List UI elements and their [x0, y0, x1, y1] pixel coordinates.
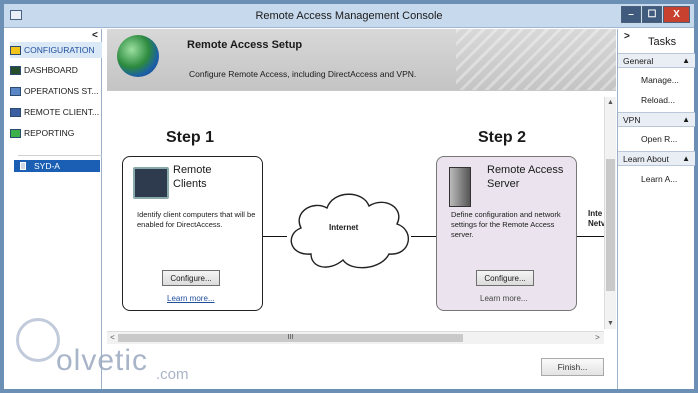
setup-header: Remote Access Setup Configure Remote Acc… — [107, 29, 616, 90]
server-label: SYD-A — [34, 161, 60, 171]
minimize-button[interactable]: – — [621, 6, 641, 23]
card-title-line: Server — [487, 178, 520, 190]
label-line: Inte — [588, 209, 603, 218]
watermark-logo-icon — [16, 318, 60, 362]
card-description: Define configuration and network setting… — [451, 210, 561, 239]
nav-item-label: CONFIGURATION — [24, 45, 95, 55]
setup-canvas: Step 1 Step 2 Remote Clients Identify cl… — [107, 90, 616, 344]
remote-clients-card: Remote Clients Identify client computers… — [122, 156, 263, 311]
tasks-title: Tasks — [648, 36, 677, 48]
nav-item-configuration[interactable]: CONFIGURATION — [10, 42, 102, 58]
connector-line — [411, 236, 436, 237]
app-window: Remote Access Management Console – ☐ X <… — [0, 0, 698, 393]
configuration-icon — [10, 45, 21, 55]
remote-access-server-card: Remote Access Server Define configuratio… — [436, 156, 577, 311]
horizontal-scroll-thumb[interactable]: III — [118, 334, 463, 342]
label-line: Netv — [588, 219, 606, 228]
step-2-label: Step 2 — [478, 129, 527, 146]
section-label: General — [623, 55, 654, 66]
vertical-scrollbar[interactable]: ▲ ▼ — [604, 97, 616, 329]
laptop-icon — [133, 167, 169, 199]
server-tower-icon — [449, 167, 471, 207]
card-title: Remote Clients — [173, 163, 212, 191]
card-title-line: Remote Access — [487, 164, 564, 176]
maximize-button[interactable]: ☐ — [642, 6, 662, 23]
section-label: VPN — [623, 114, 641, 125]
horizontal-scrollbar[interactable]: < III > — [107, 331, 604, 344]
expand-tasks-icon[interactable]: > — [624, 31, 630, 42]
scroll-right-icon[interactable]: > — [592, 332, 603, 344]
card-title: Remote Access Server — [487, 163, 563, 191]
tasks-section-vpn[interactable]: VPN ▲ — [618, 112, 695, 127]
card-description: Identify client computers that will be e… — [137, 210, 256, 229]
nav-item-remote-client-status[interactable]: REMOTE CLIENT... — [10, 104, 102, 120]
task-open-ras[interactable]: Open R... — [641, 134, 677, 144]
task-manage[interactable]: Manage... — [641, 75, 679, 85]
tasks-section-general[interactable]: General ▲ — [618, 53, 695, 68]
operations-status-icon — [10, 86, 21, 96]
section-label: Learn About — [623, 153, 669, 164]
remote-client-icon — [10, 107, 21, 117]
nav-item-label: OPERATIONS ST... — [24, 86, 99, 96]
configure-server-button[interactable]: Configure... — [476, 270, 534, 286]
scroll-left-icon[interactable]: < — [107, 332, 118, 344]
nav-item-reporting[interactable]: REPORTING — [10, 125, 102, 141]
window-title: Remote Access Management Console — [255, 10, 443, 22]
step-1-label: Step 1 — [166, 129, 215, 146]
tasks-section-learn-about[interactable]: Learn About ▲ — [618, 151, 695, 166]
card-title-line: Clients — [173, 178, 207, 190]
watermark-text: olvetic — [56, 344, 149, 377]
collapse-section-icon[interactable]: ▲ — [682, 154, 690, 163]
nav-item-dashboard[interactable]: DASHBOARD — [10, 62, 102, 78]
watermark-suffix: .com — [156, 366, 189, 383]
nav-item-label: DASHBOARD — [24, 65, 78, 75]
header-decoration — [456, 29, 616, 90]
nav-item-operations-status[interactable]: OPERATIONS ST... — [10, 83, 102, 99]
finish-button[interactable]: Finish... — [541, 358, 604, 376]
collapse-nav-icon[interactable]: < — [92, 30, 98, 41]
title-bar: Remote Access Management Console – ☐ X — [4, 4, 694, 28]
task-learn-about[interactable]: Learn A... — [641, 174, 677, 184]
dashboard-icon — [10, 65, 21, 75]
collapse-section-icon[interactable]: ▲ — [682, 115, 690, 124]
vertical-scroll-thumb[interactable] — [606, 159, 615, 291]
scroll-up-icon[interactable]: ▲ — [605, 97, 616, 108]
learn-more-server-link[interactable]: Learn more... — [480, 294, 528, 303]
connector-line — [577, 236, 604, 237]
internet-label: Internet — [329, 223, 359, 232]
server-icon — [20, 162, 26, 170]
nav-item-label: REPORTING — [24, 128, 75, 138]
learn-more-clients-link[interactable]: Learn more... — [167, 294, 215, 303]
card-title-line: Remote — [173, 164, 212, 176]
scroll-down-icon[interactable]: ▼ — [605, 318, 616, 329]
nav-item-label: REMOTE CLIENT... — [24, 107, 100, 117]
server-item-syd-a[interactable]: SYD-A — [14, 160, 100, 172]
truncated-network-label: Inte Netv — [588, 209, 605, 229]
tasks-pane: > Tasks General ▲ Manage... Reload... VP… — [617, 29, 695, 389]
page-subtitle: Configure Remote Access, including Direc… — [189, 69, 417, 79]
close-button[interactable]: X — [663, 6, 690, 23]
task-reload[interactable]: Reload... — [641, 95, 675, 105]
page-title: Remote Access Setup — [187, 39, 303, 51]
globe-icon — [117, 35, 159, 77]
collapse-section-icon[interactable]: ▲ — [682, 56, 690, 65]
configure-clients-button[interactable]: Configure... — [162, 270, 220, 286]
reporting-icon — [10, 128, 21, 138]
